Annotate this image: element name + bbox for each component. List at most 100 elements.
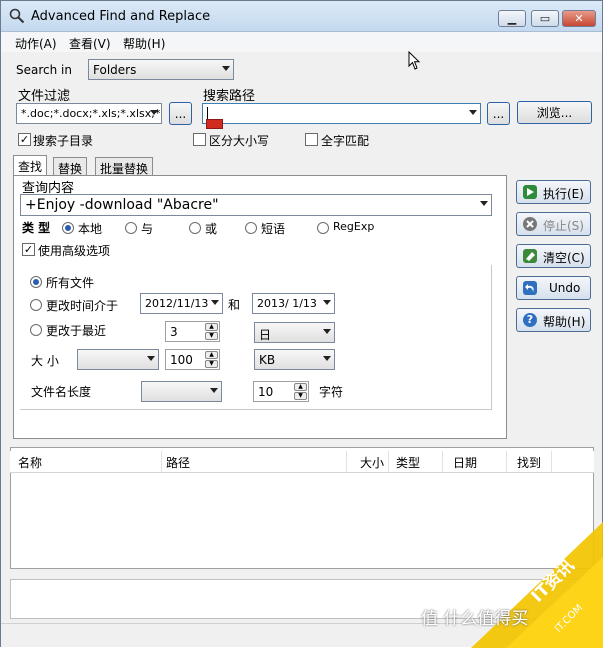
name-length-operator-select[interactable] bbox=[141, 381, 222, 402]
match-case-checkbox[interactable] bbox=[193, 133, 206, 146]
column-path[interactable]: 路径 bbox=[166, 454, 190, 471]
chevron-down-icon bbox=[469, 110, 477, 115]
size-unit-value: KB bbox=[259, 353, 276, 367]
search-path-input[interactable] bbox=[202, 103, 481, 124]
menu-view[interactable]: 查看(V) bbox=[69, 35, 111, 52]
window-title: Advanced Find and Replace bbox=[31, 9, 211, 24]
search-path-label: 搜索路径 bbox=[203, 89, 256, 104]
browse-button[interactable]: 浏览... bbox=[517, 101, 592, 124]
name-length-unit: 字符 bbox=[319, 385, 344, 399]
tab-replace[interactable]: 替换 bbox=[53, 157, 88, 176]
close-button[interactable]: ✕ bbox=[562, 10, 596, 27]
watermark-text-main: 值 什么值得买 bbox=[421, 609, 529, 629]
type-radio-phrase[interactable] bbox=[245, 222, 257, 234]
chevron-down-icon bbox=[323, 329, 331, 334]
type-regexp-label: RegExp bbox=[333, 220, 375, 233]
and-label: 和 bbox=[228, 298, 241, 312]
spin-down-icon[interactable]: ▼ bbox=[205, 360, 218, 368]
search-in-select[interactable]: Folders bbox=[88, 59, 234, 80]
search-in-label: Search in bbox=[16, 63, 72, 77]
title-bar: Advanced Find and Replace ▁ ▭ ✕ bbox=[1, 1, 602, 32]
use-advanced-checkbox[interactable]: ✓ bbox=[22, 243, 35, 256]
type-radio-local[interactable] bbox=[62, 222, 74, 234]
menu-help[interactable]: 帮助(H) bbox=[123, 35, 165, 52]
all-files-label: 所有文件 bbox=[46, 276, 95, 290]
spin-up-icon[interactable]: ▲ bbox=[205, 351, 218, 359]
tab-batch-replace[interactable]: 批量替换 bbox=[95, 157, 154, 176]
chevron-down-icon bbox=[323, 300, 331, 305]
size-unit-select[interactable]: KB bbox=[254, 349, 335, 370]
modified-recent-radio[interactable] bbox=[30, 324, 42, 336]
column-divider bbox=[551, 451, 552, 472]
chevron-down-icon bbox=[211, 300, 219, 305]
search-subdirs-label: 搜索子目录 bbox=[33, 134, 94, 148]
spin-down-icon[interactable]: ▼ bbox=[294, 392, 307, 400]
size-value-stepper[interactable]: 100 ▲ ▼ bbox=[165, 349, 220, 370]
column-name[interactable]: 名称 bbox=[18, 454, 42, 471]
modified-between-label: 更改时间介于 bbox=[46, 299, 119, 313]
size-value: 100 bbox=[170, 353, 193, 367]
minimize-button[interactable]: ▁ bbox=[498, 10, 526, 27]
chevron-down-icon bbox=[150, 110, 158, 115]
match-case-label: 区分大小写 bbox=[209, 134, 270, 148]
type-radio-regexp[interactable] bbox=[317, 222, 329, 234]
date-from-picker[interactable]: 2012/11/13 bbox=[140, 293, 223, 314]
menu-bar: 动作(A) 查看(V) 帮助(H) bbox=[1, 32, 602, 52]
stop-icon bbox=[523, 217, 537, 231]
recent-value-stepper[interactable]: 3 ▲ ▼ bbox=[165, 321, 220, 342]
recent-unit-select[interactable]: 日 bbox=[254, 322, 335, 343]
name-length-value: 10 bbox=[258, 385, 274, 399]
spin-up-icon[interactable]: ▲ bbox=[205, 323, 218, 331]
spin-down-icon[interactable]: ▼ bbox=[205, 332, 218, 340]
type-and-label: 与 bbox=[141, 222, 154, 236]
type-radio-and[interactable] bbox=[125, 222, 137, 234]
type-or-label: 或 bbox=[205, 222, 218, 236]
size-operator-select[interactable] bbox=[77, 349, 159, 370]
execute-label: 执行(E) bbox=[543, 187, 584, 201]
search-subdirs-checkbox[interactable]: ✓ bbox=[18, 133, 31, 146]
use-advanced-label: 使用高级选项 bbox=[38, 244, 111, 258]
column-type[interactable]: 类型 bbox=[396, 454, 420, 471]
date-to-value: 2013/ 1/13 bbox=[257, 297, 317, 310]
file-filter-value: *.doc;*.docx;*.xls;*.xlsx;*.h bbox=[21, 107, 162, 120]
undo-button[interactable]: Undo bbox=[516, 276, 591, 300]
file-filter-input[interactable]: *.doc;*.docx;*.xls;*.xlsx;*.h bbox=[16, 103, 162, 124]
column-divider bbox=[442, 451, 443, 472]
whole-word-checkbox[interactable] bbox=[305, 133, 318, 146]
spin-up-icon[interactable]: ▲ bbox=[294, 383, 307, 391]
date-from-value: 2012/11/13 bbox=[145, 297, 209, 310]
recent-value: 3 bbox=[170, 325, 178, 339]
stop-button[interactable]: 停止(S) bbox=[516, 212, 591, 236]
column-size[interactable]: 大小 bbox=[360, 454, 384, 471]
minimize-icon: ▁ bbox=[507, 12, 517, 25]
modified-between-radio[interactable] bbox=[30, 299, 42, 311]
help-button[interactable]: ? 帮助(H) bbox=[516, 308, 591, 332]
name-length-stepper[interactable]: 10 ▲ ▼ bbox=[253, 381, 309, 402]
query-input[interactable]: +Enjoy -download "Abacre" bbox=[20, 194, 492, 216]
column-divider bbox=[506, 451, 507, 472]
type-phrase-label: 短语 bbox=[261, 222, 286, 236]
tab-find[interactable]: 查找 bbox=[13, 155, 48, 176]
type-radio-or[interactable] bbox=[189, 222, 201, 234]
chevron-down-icon bbox=[480, 201, 488, 206]
mouse-cursor-icon bbox=[408, 51, 421, 70]
undo-label: Undo bbox=[549, 281, 581, 295]
file-filter-browse-button[interactable]: ... bbox=[169, 102, 192, 125]
file-filter-label: 文件过滤 bbox=[18, 89, 71, 104]
date-to-picker[interactable]: 2013/ 1/13 bbox=[252, 293, 335, 314]
results-header: 名称 路径 大小 类型 日期 找到 bbox=[10, 451, 594, 473]
type-label: 类 型 bbox=[22, 221, 51, 235]
menu-action[interactable]: 动作(A) bbox=[15, 35, 57, 52]
search-path-browse-button[interactable]: ... bbox=[487, 102, 510, 125]
clear-button[interactable]: 清空(C) bbox=[516, 244, 591, 268]
column-found[interactable]: 找到 bbox=[517, 454, 541, 471]
clear-label: 清空(C) bbox=[543, 251, 585, 265]
column-divider bbox=[346, 451, 347, 472]
maximize-button[interactable]: ▭ bbox=[531, 10, 559, 27]
execute-button[interactable]: 执行(E) bbox=[516, 180, 591, 204]
column-date[interactable]: 日期 bbox=[453, 454, 477, 471]
all-files-radio[interactable] bbox=[30, 276, 42, 288]
app-window: Advanced Find and Replace ▁ ▭ ✕ 动作(A) 查看… bbox=[0, 0, 603, 648]
error-flag-icon bbox=[206, 119, 223, 129]
chevron-down-icon bbox=[210, 388, 218, 393]
